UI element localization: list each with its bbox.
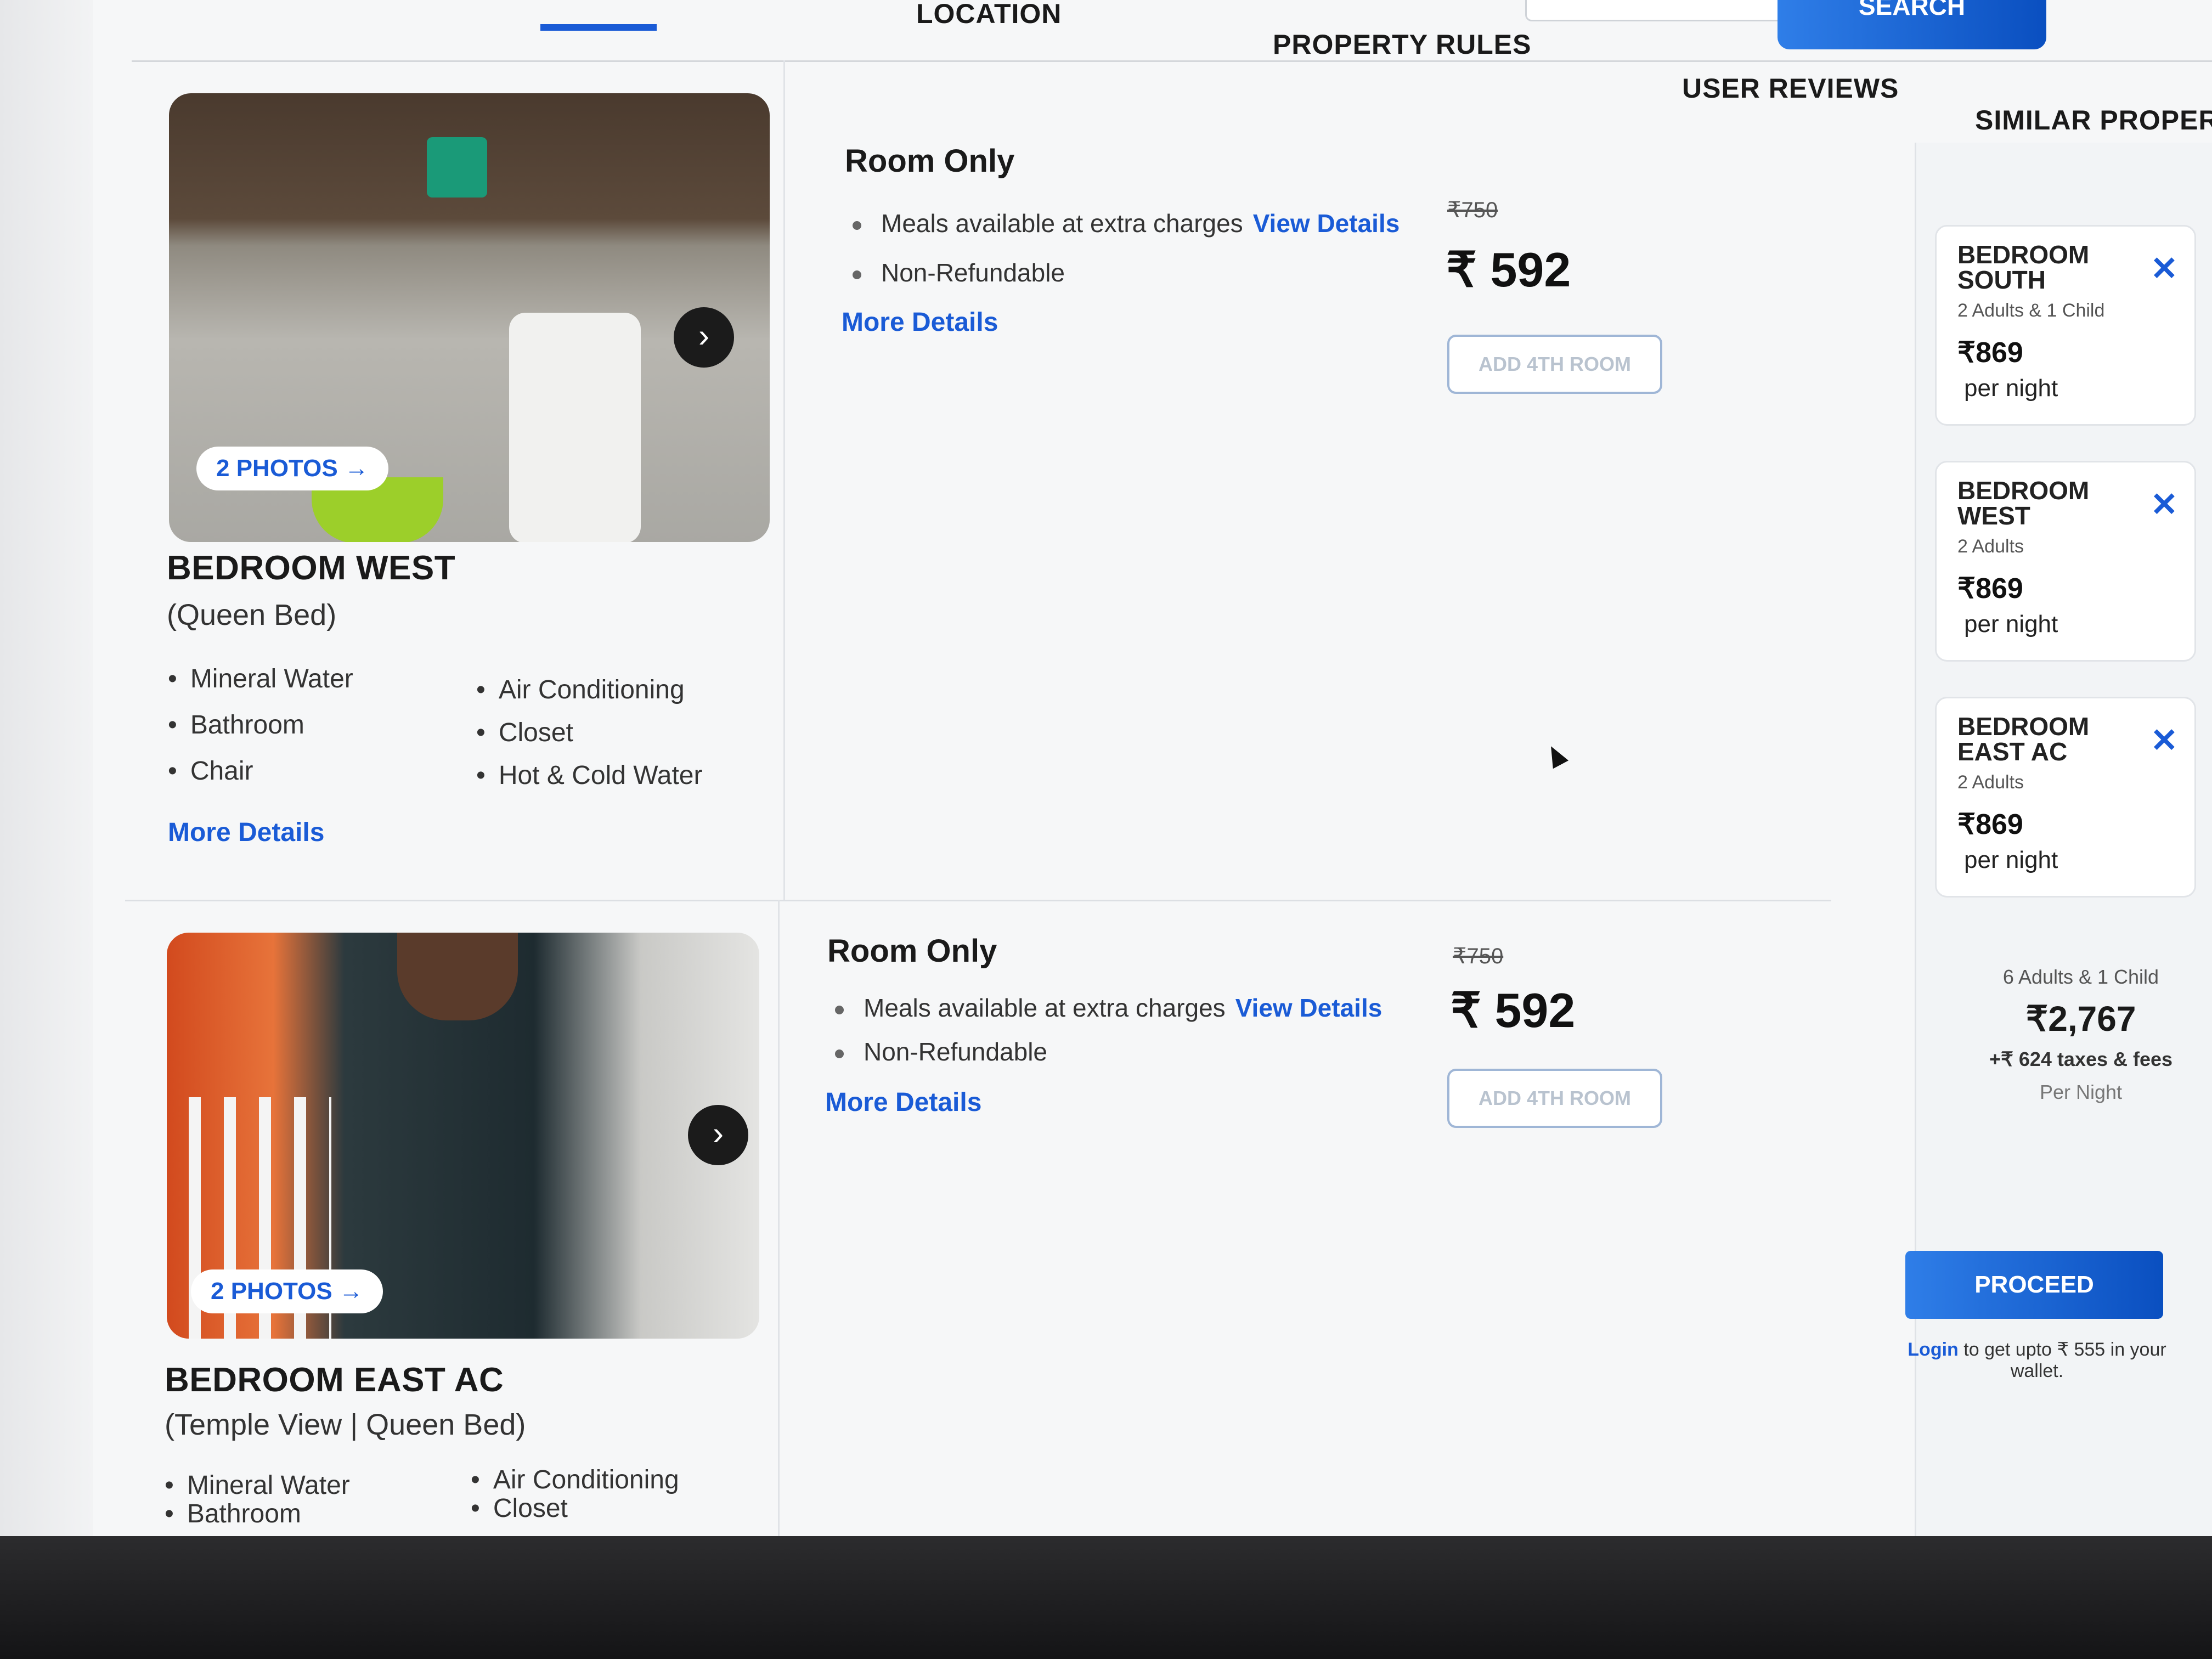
add-room-button[interactable]: ADD 4TH ROOM [1447,1069,1662,1128]
amenity-item: Mineral Water [168,664,353,694]
tab-property-rules[interactable]: PROPERTY RULES [1273,29,1532,60]
plan-more-details-link[interactable]: More Details [825,1087,981,1118]
selected-room-price: ₹869 [1957,809,2023,840]
search-button[interactable]: SEARCH [1778,0,2046,49]
amenity-item: Closet [476,718,573,748]
original-price: ₹750 [1447,198,1498,222]
amenity-item: Bathroom [168,710,304,740]
photo-next-arrow-icon[interactable]: › [674,307,734,368]
per-night-total-label: Per Night [2039,1081,2123,1103]
refund-policy: Non-Refundable [835,1037,1047,1066]
meals-text: Meals available at extra charges [864,994,1226,1022]
room-bed-type: (Queen Bed) [167,599,337,631]
selected-room-price: ₹869 [1957,337,2023,369]
booking-summary-sidebar: BEDROOM SOUTH ✕ 2 Adults & 1 Child ₹869 … [1905,143,2212,1536]
room-card-bedroom-west: › 2 PHOTOS → BEDROOM WEST (Queen Bed) Mi… [125,60,1831,901]
refund-policy: Non-Refundable [853,258,1065,287]
original-price: ₹750 [1453,944,1504,968]
selected-room-occupancy: 2 Adults [1957,772,2024,793]
taxes-and-fees: +₹ 624 taxes & fees [1989,1048,2173,1070]
column-divider [783,60,785,900]
view-details-link[interactable]: View Details [1253,209,1400,238]
monitor-bezel-left [0,0,93,1659]
refund-text: Non-Refundable [864,1037,1048,1066]
meals-info: Meals available at extra charges View Det… [835,993,1382,1023]
meals-info: Meals available at extra charges View Det… [853,208,1400,238]
photos-count-button[interactable]: 2 PHOTOS → [191,1269,383,1313]
amenity-item: Hot & Cold Water [476,760,703,791]
per-night-label: per night [1964,611,2058,637]
wallet-offer-text: to get upto ₹ 555 in your wallet. [1963,1339,2166,1381]
remove-room-close-icon[interactable]: ✕ [2151,486,2178,524]
tab-location[interactable]: LOCATION [916,0,1062,30]
amenity-item: Closet [471,1493,568,1523]
selected-room-price: ₹869 [1957,573,2023,605]
bullet-dot [835,1049,844,1058]
photo-next-arrow-icon[interactable]: › [688,1105,748,1165]
amenity-item: Air Conditioning [476,675,685,705]
room-title: BEDROOM EAST AC [165,1361,504,1399]
login-link[interactable]: Login [1908,1339,1959,1360]
selected-room-occupancy: 2 Adults [1957,536,2024,557]
room-card-bedroom-east-ac: › 2 PHOTOS → BEDROOM EAST AC (Temple Vie… [125,900,1831,1536]
column-divider [778,900,780,1536]
guest-count: 6 Adults & 1 Child [2002,966,2159,988]
amenity-item: Bathroom [165,1499,301,1529]
selected-room-name: BEDROOM EAST AC [1957,712,2090,766]
refund-text: Non-Refundable [881,258,1065,287]
selected-room-card: BEDROOM EAST AC ✕ 2 Adults ₹869 per nigh… [1935,697,2196,898]
property-tab-bar: LOCATION PROPERTY RULES USER REVIEWS SIM… [132,0,2212,136]
room-more-details-link[interactable]: More Details [168,817,324,848]
rate-plan-title: Room Only [845,143,1015,179]
bullet-dot [853,221,861,230]
browser-viewport: LOCATION PROPERTY RULES USER REVIEWS SIM… [93,0,2212,1536]
amenity-item: Mineral Water [165,1470,350,1500]
bullet-dot [835,1005,844,1014]
remove-room-close-icon[interactable]: ✕ [2151,721,2178,760]
rate-plan-title: Room Only [827,933,997,969]
bullet-dot [853,270,861,279]
proceed-button[interactable]: PROCEED [1905,1251,2163,1319]
total-price: ₹2,767 [2025,999,2136,1039]
person-image [397,933,518,1020]
discounted-price: ₹ 592 [1446,242,1571,297]
amenity-item: Air Conditioning [471,1465,679,1495]
search-input[interactable] [1525,0,1814,21]
selected-room-name: BEDROOM WEST [1957,476,2090,530]
amenity-item: Chair [168,756,253,786]
view-details-link[interactable]: View Details [1235,994,1383,1022]
room-bed-type: (Temple View | Queen Bed) [165,1408,526,1441]
meals-text: Meals available at extra charges [881,209,1243,238]
per-night-label: per night [1964,375,2058,402]
room-title: BEDROOM WEST [167,549,456,587]
active-tab-indicator [540,24,657,31]
selected-room-name: BEDROOM SOUTH [1957,240,2090,294]
plan-more-details-link[interactable]: More Details [842,307,998,337]
monitor-bezel-bottom [0,1536,2212,1659]
wallet-offer: Login to get upto ₹ 555 in your wallet. [1894,1339,2180,1382]
add-room-button[interactable]: ADD 4TH ROOM [1447,335,1662,394]
remove-room-close-icon[interactable]: ✕ [2151,250,2178,288]
selected-room-occupancy: 2 Adults & 1 Child [1957,300,2105,321]
discounted-price: ₹ 592 [1451,983,1576,1037]
selected-room-card: BEDROOM SOUTH ✕ 2 Adults & 1 Child ₹869 … [1935,225,2196,426]
per-night-label: per night [1964,847,2058,873]
selected-room-card: BEDROOM WEST ✕ 2 Adults ₹869 per night [1935,461,2196,662]
photos-count-button[interactable]: 2 PHOTOS → [196,447,388,490]
tab-similar-properties[interactable]: SIMILAR PROPERTIES [1975,104,2212,136]
bucket-icon [427,137,487,198]
toilet-image [509,313,641,542]
